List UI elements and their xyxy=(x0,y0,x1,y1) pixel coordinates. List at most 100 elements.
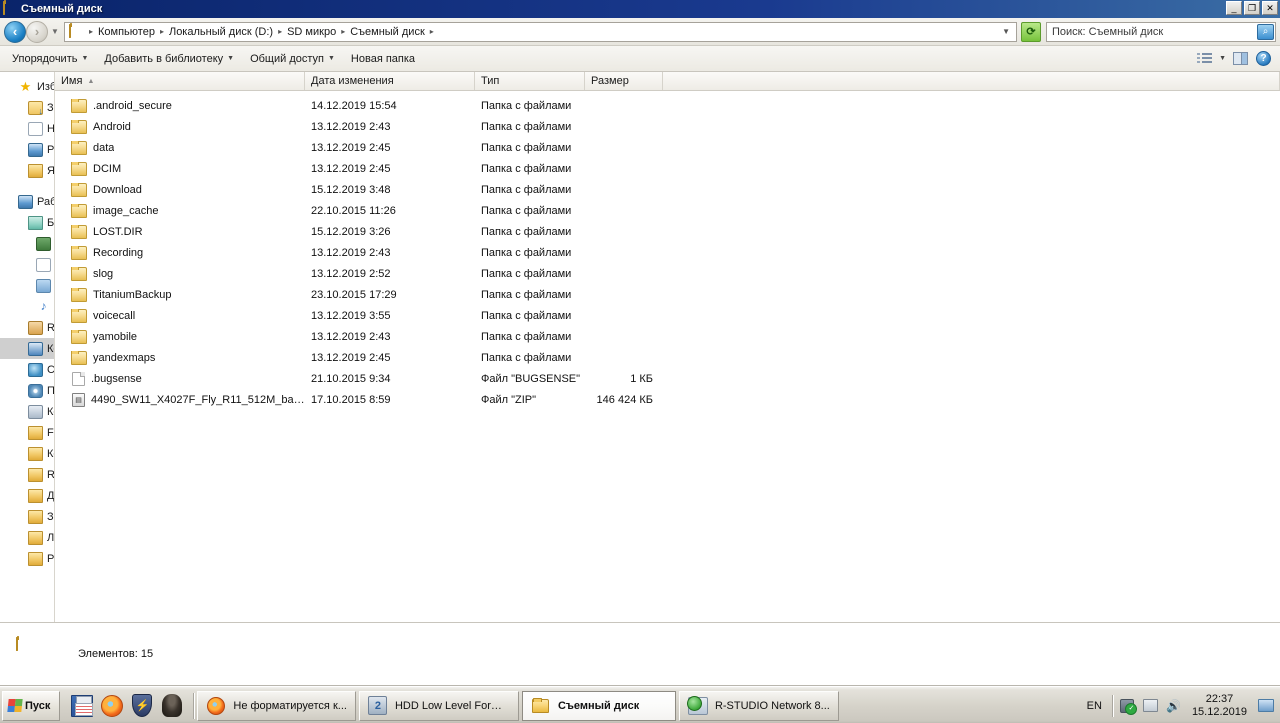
search-icon[interactable]: ⌕ xyxy=(1257,23,1274,40)
table-row[interactable]: Android 13.12.2019 2:43 Папка с файлами xyxy=(55,116,1280,137)
table-row[interactable]: .android_secure 14.12.2019 15:54 Папка с ф… xyxy=(55,95,1280,116)
file-name-cell[interactable]: DCIM xyxy=(55,161,305,176)
taskbar-button-removable-disk[interactable]: Съемный диск xyxy=(521,690,676,721)
column-header-name[interactable]: Имя ▲ xyxy=(55,72,305,90)
sidebar-item-computer[interactable]: Компьютер xyxy=(0,338,54,359)
table-row[interactable]: image_cache 22.10.2015 11:26 Папка с файла… xyxy=(55,200,1280,221)
sidebar-item-desktop-folder[interactable]: Рабочий стол xyxy=(0,548,54,569)
close-button[interactable]: ✕ xyxy=(1262,1,1278,15)
taskbar-button-firefox[interactable]: Не форматируется к... xyxy=(197,690,356,721)
table-row[interactable]: voicecall 13.12.2019 3:55 Папка с файлами xyxy=(55,305,1280,326)
restore-button[interactable]: ❐ xyxy=(1244,1,1260,15)
table-row[interactable]: LOST.DIR 15.12.2019 3:26 Папка с файлами xyxy=(55,221,1280,242)
minimize-button[interactable]: _ xyxy=(1226,1,1242,15)
column-header-size[interactable]: Размер xyxy=(585,72,663,90)
forward-arrow-icon[interactable]: › xyxy=(26,20,48,43)
sidebar-item-root[interactable]: Root xyxy=(0,317,54,338)
sidebar-item-documents-folder[interactable]: Документы xyxy=(0,485,54,506)
sidebar-item-favorites[interactable]: ★ Избранное xyxy=(0,76,54,97)
taskbar-button-r-studio[interactable]: R-STUDIO Network 8... xyxy=(678,690,839,721)
file-name-cell[interactable]: yamobile xyxy=(55,329,305,344)
table-row[interactable]: .bugsense 21.10.2015 9:34 Файл "BUGSENSE" 1… xyxy=(55,368,1280,389)
sidebar-item-downloads[interactable]: Загрузки xyxy=(0,97,54,118)
file-name-cell[interactable]: .android_secure xyxy=(55,98,305,113)
sidebar-item-music[interactable]: ♪ Музыка xyxy=(0,296,54,317)
taskbar-button-hdd-low-level-format[interactable]: 2 HDD Low Level Forma... xyxy=(358,690,519,721)
file-name-cell[interactable]: LOST.DIR xyxy=(55,224,305,239)
file-name-cell[interactable]: .bugsense xyxy=(55,371,305,386)
file-name-cell[interactable]: voicecall xyxy=(55,308,305,323)
table-row[interactable]: DCIM 13.12.2019 2:45 Папка с файлами xyxy=(55,158,1280,179)
table-row[interactable]: ▤ 4490_SW11_X4027F_Fly_R11_512M_band1... 1… xyxy=(55,389,1280,410)
preview-pane-icon[interactable] xyxy=(1232,51,1249,67)
sidebar-item-yandex-disk[interactable]: Яндекс.Диск xyxy=(0,160,54,181)
sidebar-item-downloads-folder[interactable]: Загрузки xyxy=(0,506,54,527)
language-indicator[interactable]: EN xyxy=(1087,700,1106,712)
table-row[interactable]: data 13.12.2019 2:45 Папка с файлами xyxy=(55,137,1280,158)
file-name-cell[interactable]: yandexmaps xyxy=(55,350,305,365)
usb-safely-remove-icon[interactable] xyxy=(1119,697,1138,715)
file-date-cell: 13.12.2019 2:43 xyxy=(311,246,391,259)
sidebar-item-recycle-bin[interactable]: Корзина xyxy=(0,401,54,422)
breadcrumb[interactable]: ▸ Компьютер ▸ Локальный диск (D:) ▸ SD м… xyxy=(64,21,1017,42)
sidebar-item-recent-places[interactable]: Недавние места xyxy=(0,118,54,139)
file-name-cell[interactable]: TitaniumBackup xyxy=(55,287,305,302)
sidebar-item-documents[interactable]: Документы xyxy=(0,254,54,275)
sidebar-item-pictures[interactable]: Изображения xyxy=(0,275,54,296)
back-arrow-icon[interactable]: ‹ xyxy=(4,20,26,43)
window-titlebar[interactable]: Съемный диск _ ❐ ✕ xyxy=(0,0,1280,18)
chevron-down-icon[interactable]: ▼ xyxy=(1219,55,1226,62)
breadcrumb-item-3[interactable]: Съемный диск xyxy=(348,26,427,38)
firefox-icon[interactable] xyxy=(98,691,126,721)
view-mode-icon[interactable] xyxy=(1196,51,1213,67)
show-desktop-icon[interactable] xyxy=(1257,697,1274,714)
breadcrumb-item-1[interactable]: Локальный диск (D:) xyxy=(167,26,275,38)
table-row[interactable]: TitaniumBackup 23.10.2015 17:29 Папка с фа… xyxy=(55,284,1280,305)
sidebar-item-korzina[interactable]: Корзина xyxy=(0,443,54,464)
save-icon[interactable] xyxy=(68,691,96,721)
file-type-cell: Папка с файлами xyxy=(481,183,572,196)
network-icon[interactable] xyxy=(1142,697,1159,714)
file-name-cell[interactable]: slog xyxy=(55,266,305,281)
add-to-library-button[interactable]: Добавить в библиотеку ▼ xyxy=(96,50,242,68)
table-row[interactable]: slog 13.12.2019 2:52 Папка с файлами xyxy=(55,263,1280,284)
file-name-cell[interactable]: data xyxy=(55,140,305,155)
volume-icon[interactable]: 🔊 xyxy=(1165,697,1182,714)
table-row[interactable]: Download 15.12.2019 3:48 Папка с файлами xyxy=(55,179,1280,200)
sidebar-item-libraries[interactable]: Библиотеки xyxy=(0,212,54,233)
navigation-pane[interactable]: ★ Избранное Загрузки Недавние места Рабо… xyxy=(0,72,55,622)
sidebar-item-desktop[interactable]: Рабочий стол xyxy=(0,139,54,160)
search-input[interactable]: Поиск: Съемный диск ⌕ xyxy=(1046,21,1276,42)
sidebar-item-network[interactable]: Сеть xyxy=(0,359,54,380)
sidebar-item-control-panel[interactable]: Панель управления xyxy=(0,380,54,401)
new-folder-button[interactable]: Новая папка xyxy=(343,50,423,68)
sidebar-item-video[interactable]: Видео xyxy=(0,233,54,254)
table-row[interactable]: yandexmaps 13.12.2019 2:45 Папка с файлами xyxy=(55,347,1280,368)
file-name-cell[interactable]: ▤ 4490_SW11_X4027F_Fly_R11_512M_band1... xyxy=(55,392,305,407)
column-header-date[interactable]: Дата изменения xyxy=(305,72,475,90)
chevron-down-icon[interactable]: ▼ xyxy=(48,27,62,36)
sidebar-item-recovery[interactable]: Recovery xyxy=(0,464,54,485)
sidebar-item-found000[interactable]: FOUND.000 xyxy=(0,422,54,443)
refresh-icon[interactable]: ⟳ xyxy=(1021,21,1041,42)
file-name-cell[interactable]: Download xyxy=(55,182,305,197)
help-icon[interactable]: ? xyxy=(1255,51,1272,67)
breadcrumb-item-2[interactable]: SD микро xyxy=(285,26,338,38)
organize-button[interactable]: Упорядочить ▼ xyxy=(4,50,96,68)
breadcrumb-item-0[interactable]: Компьютер xyxy=(96,26,157,38)
sidebar-item-desktop-root[interactable]: Рабочий стол xyxy=(0,191,54,212)
table-row[interactable]: Recording 13.12.2019 2:43 Папка с файлами xyxy=(55,242,1280,263)
share-button[interactable]: Общий доступ ▼ xyxy=(242,50,343,68)
shield-icon[interactable]: ⚡ xyxy=(128,691,156,721)
table-row[interactable]: yamobile 13.12.2019 2:43 Папка с файлами xyxy=(55,326,1280,347)
file-name-cell[interactable]: Recording xyxy=(55,245,305,260)
file-list[interactable]: .android_secure 14.12.2019 15:54 Папка с ф… xyxy=(55,91,1280,622)
dark-figure-icon[interactable] xyxy=(158,691,186,721)
clock[interactable]: 22:37 15.12.2019 xyxy=(1188,693,1251,719)
file-name-cell[interactable]: Android xyxy=(55,119,305,134)
start-button[interactable]: Пуск xyxy=(2,690,61,721)
address-dropdown-icon[interactable]: ▼ xyxy=(1002,27,1013,36)
column-header-type[interactable]: Тип xyxy=(475,72,585,90)
sidebar-item-local-disk[interactable]: Локальный диск xyxy=(0,527,54,548)
file-name-cell[interactable]: image_cache xyxy=(55,203,305,218)
